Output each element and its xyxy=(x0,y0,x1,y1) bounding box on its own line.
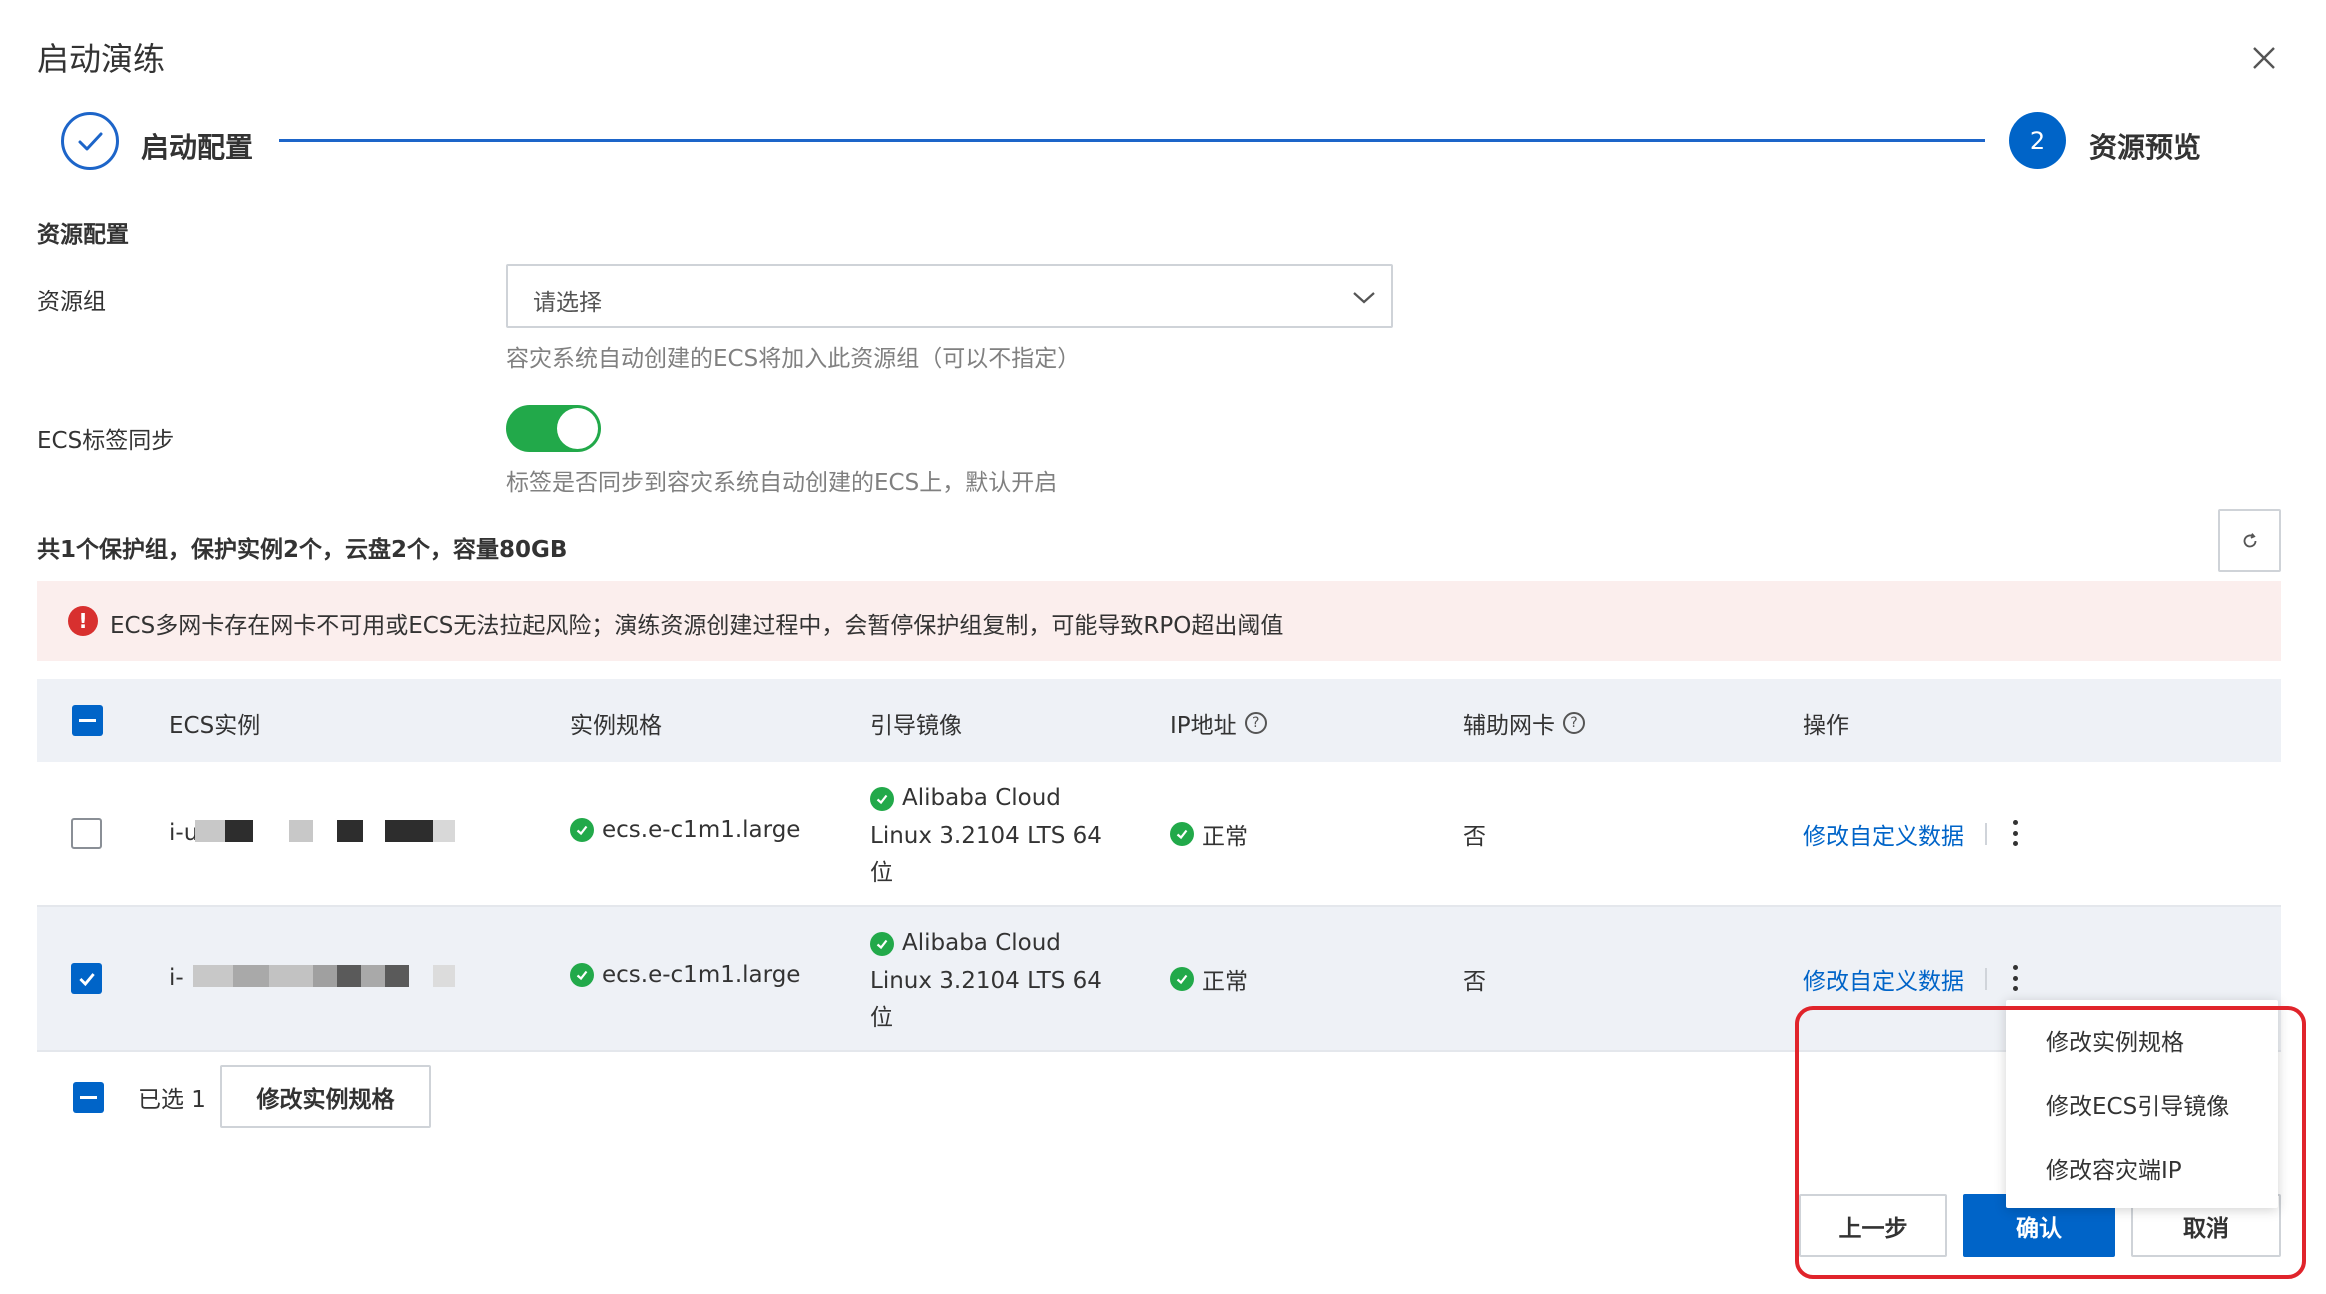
toggle-knob xyxy=(557,408,598,449)
refresh-button[interactable] xyxy=(2218,509,2281,572)
tag-sync-toggle[interactable] xyxy=(506,405,601,452)
refresh-icon xyxy=(2243,532,2256,547)
resource-group-label: 资源组 xyxy=(37,289,106,315)
aux-nic-value: 否 xyxy=(1463,969,1486,995)
table-row: i- ecs.e-c1m1.large Alibaba Cloud Linux … xyxy=(37,907,2281,1052)
step-2-indicator: 2 xyxy=(2009,112,2066,169)
previous-step-button[interactable]: 上一步 xyxy=(1799,1194,1947,1257)
selected-count: 已选 1 xyxy=(138,1087,206,1113)
action-separator xyxy=(1985,823,1987,845)
resource-group-help: 容灾系统自动创建的ECS将加入此资源组（可以不指定） xyxy=(506,346,1081,372)
menu-item-modify-dr-ip[interactable]: 修改容灾端IP xyxy=(2006,1136,2278,1200)
success-icon xyxy=(1170,967,1194,991)
success-icon xyxy=(1170,822,1194,846)
column-header-instance-spec: 实例规格 xyxy=(570,713,662,739)
resource-group-select[interactable]: 请选择 xyxy=(506,264,1393,328)
close-icon[interactable] xyxy=(2248,42,2280,74)
row-checkbox[interactable] xyxy=(71,818,102,849)
column-header-actions: 操作 xyxy=(1803,713,1849,739)
ip-status: 正常 xyxy=(1170,817,1248,851)
section-title-resource-config: 资源配置 xyxy=(37,222,129,248)
column-header-aux-nic: 辅助网卡? xyxy=(1463,706,1585,740)
instance-id: i- xyxy=(169,965,184,991)
tag-sync-help: 标签是否同步到容灾系统自动创建的ECS上，默认开启 xyxy=(506,470,1058,496)
step-1-done-indicator xyxy=(61,112,119,170)
table-row: i-u ecs.e-c1m1.large Alibaba Cloud Linux… xyxy=(37,762,2281,907)
instance-id: i-u xyxy=(169,820,199,846)
help-icon[interactable]: ? xyxy=(1244,712,1267,734)
error-icon: ! xyxy=(68,606,98,636)
menu-item-modify-boot-image[interactable]: 修改ECS引导镜像 xyxy=(2006,1072,2278,1136)
protection-summary: 共1个保护组，保护实例2个，云盘2个，容量80GB xyxy=(37,537,568,563)
warning-alert: ! ECS多网卡存在网卡不可用或ECS无法拉起风险；演练资源创建过程中，会暂停保… xyxy=(37,581,2281,661)
action-separator xyxy=(1985,968,1987,990)
success-icon xyxy=(870,931,894,956)
check-icon xyxy=(78,132,103,151)
menu-item-modify-instance-spec[interactable]: 修改实例规格 xyxy=(2006,1008,2278,1072)
row-checkbox[interactable] xyxy=(71,963,102,994)
column-header-ecs-instance: ECS实例 xyxy=(169,713,261,739)
modify-instance-spec-button[interactable]: 修改实例规格 xyxy=(220,1065,431,1128)
help-icon[interactable]: ? xyxy=(1563,712,1585,734)
resource-group-placeholder: 请选择 xyxy=(533,290,602,316)
success-icon xyxy=(570,818,594,842)
table-header: ECS实例 实例规格 引导镜像 IP地址? 辅助网卡? 操作 xyxy=(37,679,2281,762)
dialog-title: 启动演练 xyxy=(37,40,166,78)
edit-custom-data-link[interactable]: 修改自定义数据 xyxy=(1803,817,1964,851)
success-icon xyxy=(870,786,894,811)
chevron-down-icon xyxy=(1353,292,1375,304)
column-header-ip-address: IP地址? xyxy=(1170,706,1267,740)
more-actions-icon[interactable] xyxy=(2005,963,2025,993)
edit-custom-data-link[interactable]: 修改自定义数据 xyxy=(1803,962,1964,996)
more-actions-icon[interactable] xyxy=(2005,818,2025,848)
instance-spec: ecs.e-c1m1.large xyxy=(570,962,800,988)
ip-status: 正常 xyxy=(1170,962,1248,996)
more-actions-dropdown: 修改实例规格 修改ECS引导镜像 修改容灾端IP xyxy=(2006,1000,2278,1208)
instance-spec: ecs.e-c1m1.large xyxy=(570,817,800,843)
step-connector-line xyxy=(279,139,1985,142)
boot-image: Alibaba Cloud Linux 3.2104 LTS 64 位 xyxy=(870,930,1102,1031)
select-all-checkbox[interactable] xyxy=(72,705,103,736)
check-icon xyxy=(78,972,95,986)
tag-sync-label: ECS标签同步 xyxy=(37,428,175,454)
aux-nic-value: 否 xyxy=(1463,824,1486,850)
step-1-label: 启动配置 xyxy=(141,131,254,164)
column-header-boot-image: 引导镜像 xyxy=(870,713,962,739)
step-2-label: 资源预览 xyxy=(2089,131,2202,164)
footer-select-all-checkbox[interactable] xyxy=(73,1082,104,1113)
boot-image: Alibaba Cloud Linux 3.2104 LTS 64 位 xyxy=(870,785,1102,886)
success-icon xyxy=(570,963,594,987)
alert-text: ECS多网卡存在网卡不可用或ECS无法拉起风险；演练资源创建过程中，会暂停保护组… xyxy=(110,613,1284,639)
